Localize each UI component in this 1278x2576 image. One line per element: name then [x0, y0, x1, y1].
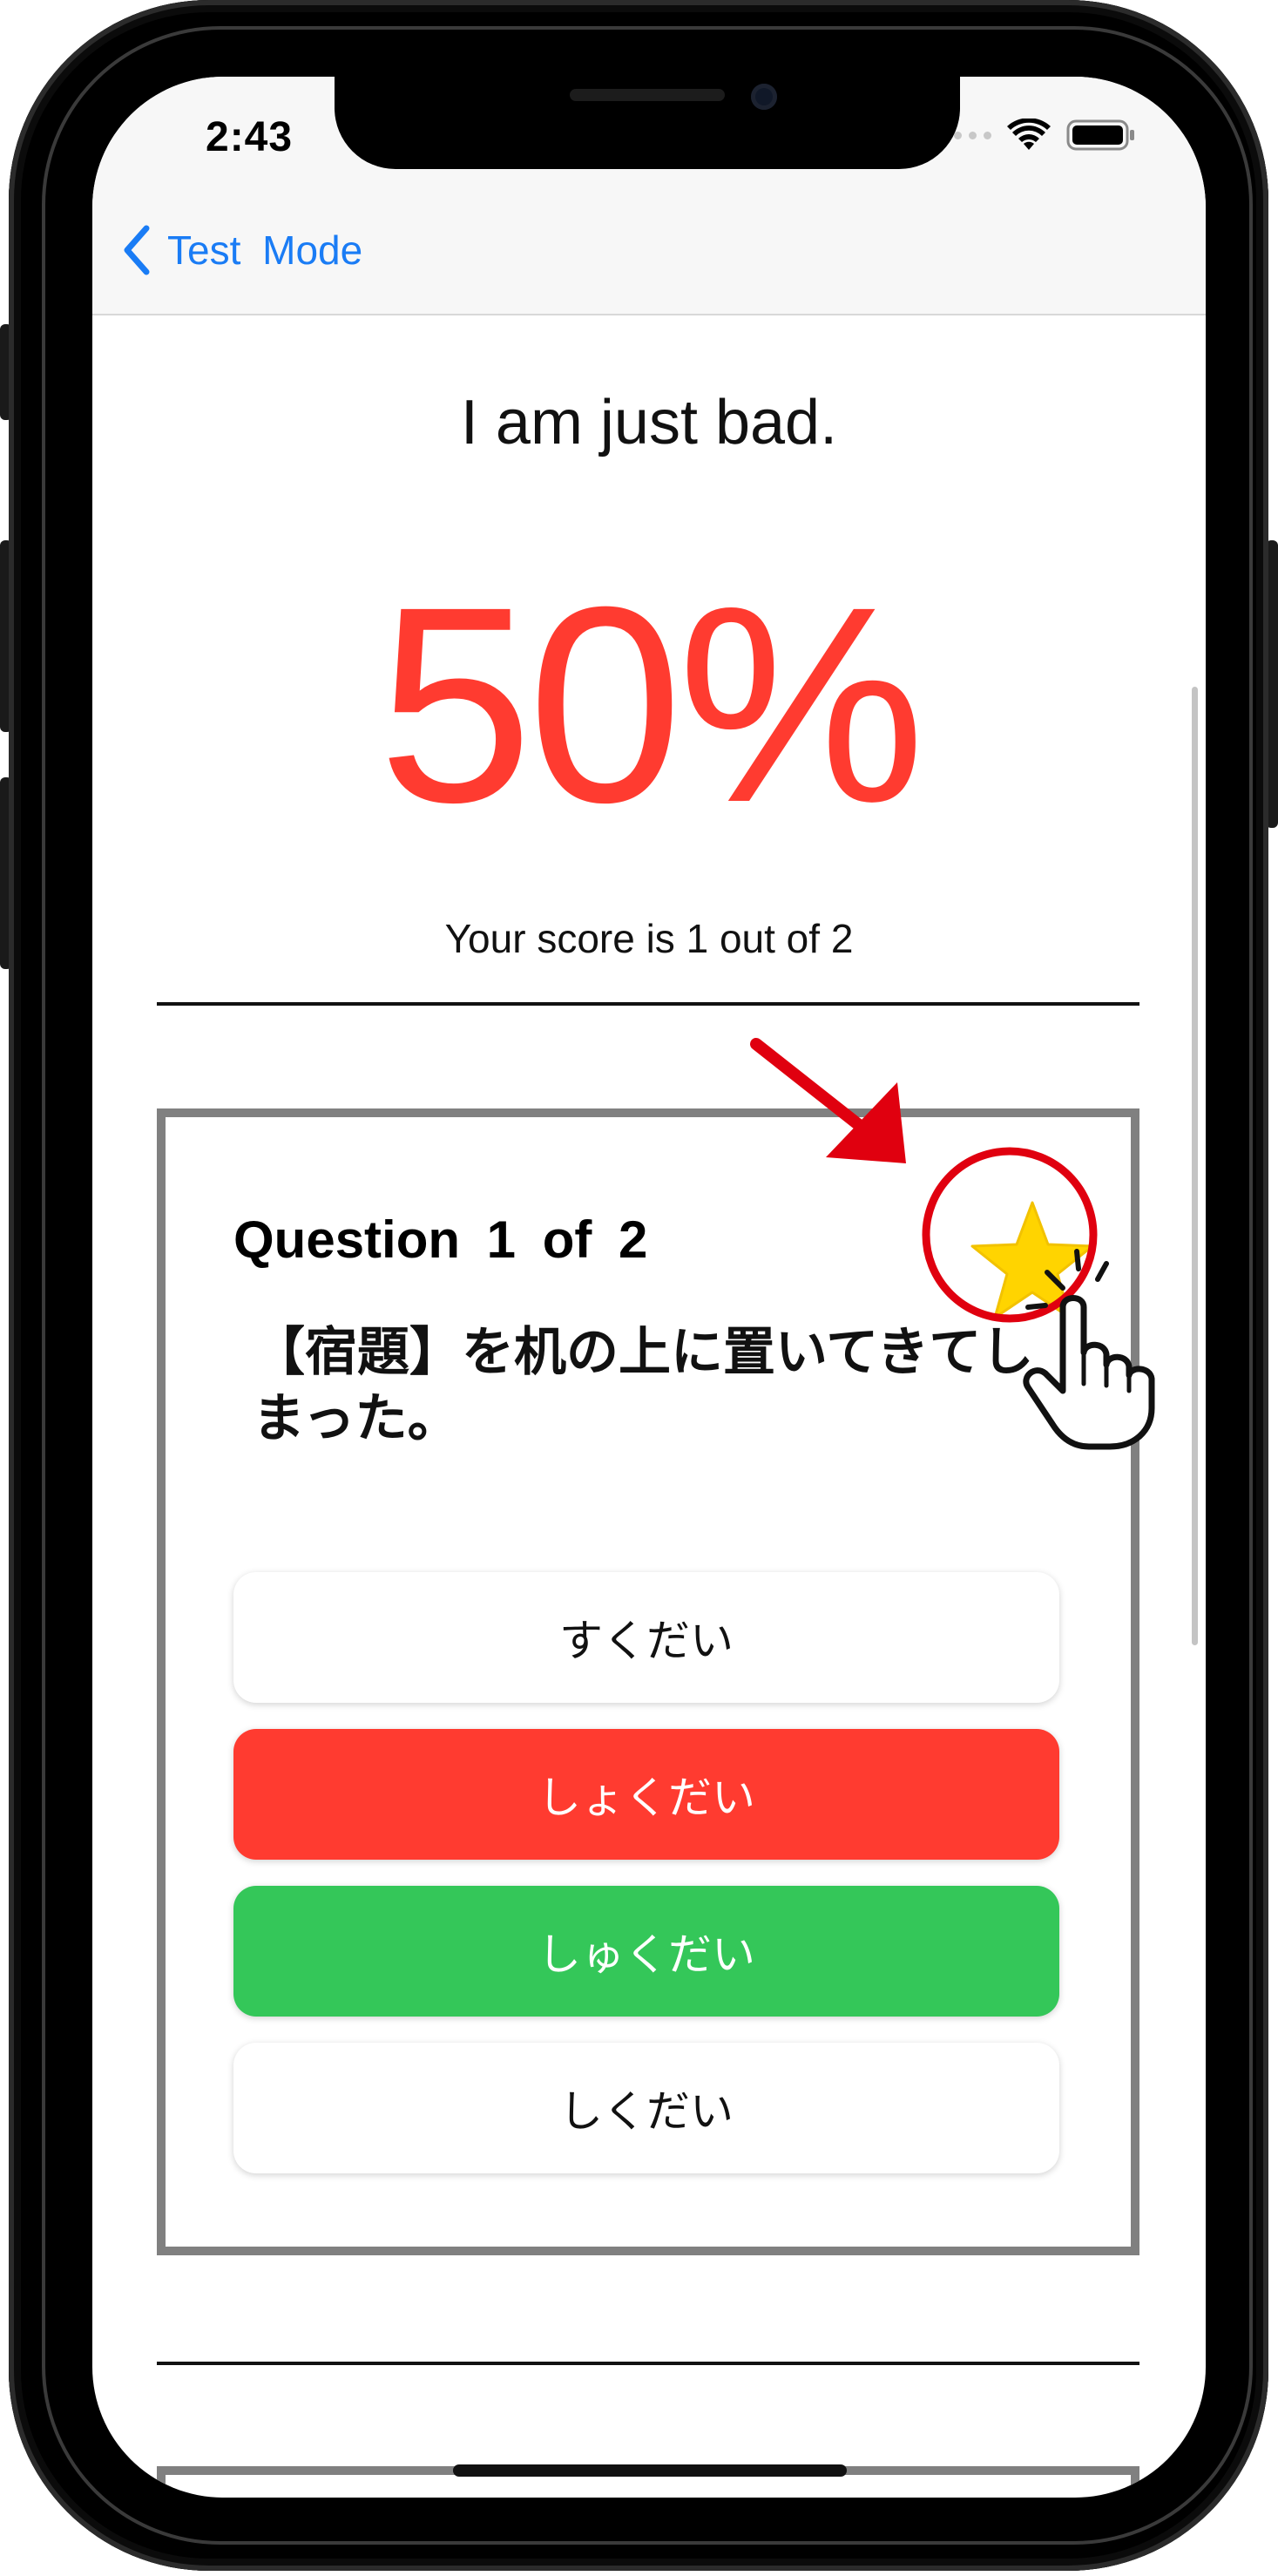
- home-indicator[interactable]: [453, 2464, 847, 2477]
- front-camera: [751, 84, 777, 110]
- screenshot-canvas: 2:43 Test Mode I am just bad. 50% Your s…: [0, 0, 1278, 2576]
- choice-label: しゅくだい: [538, 1929, 755, 1980]
- choice-label: すくだい: [559, 1616, 734, 1666]
- choice-button-2-wrong[interactable]: しょくだい: [233, 1729, 1059, 1860]
- wifi-icon: [1007, 119, 1051, 150]
- phone-screen: 2:43 Test Mode I am just bad. 50% Your s…: [92, 77, 1206, 2498]
- speaker-grille: [570, 89, 725, 101]
- phone-frame: 2:43 Test Mode I am just bad. 50% Your s…: [9, 0, 1268, 2571]
- star-icon[interactable]: [967, 1196, 1098, 1326]
- question-number: Question 1 of 2: [233, 1210, 648, 1269]
- chevron-left-icon: [124, 225, 150, 275]
- back-button-label: Test Mode: [167, 227, 363, 273]
- choice-button-4[interactable]: しくだい: [233, 2043, 1059, 2173]
- status-time: 2:43: [206, 114, 294, 160]
- choice-label: しょくだい: [538, 1773, 755, 1823]
- score-percent: 50%: [377, 548, 925, 860]
- choice-button-1[interactable]: すくだい: [233, 1572, 1059, 1703]
- status-icons: [939, 119, 1136, 152]
- vertical-scrollbar[interactable]: [1192, 687, 1198, 1645]
- question-card: Question 1 of 2 【宿題】を机の上に置いてきてしまった。 すくだい…: [157, 1108, 1139, 2255]
- choice-button-3-correct[interactable]: しゅくだい: [233, 1886, 1059, 2017]
- question-text: 【宿題】を机の上に置いてきてしまった。: [253, 1322, 1034, 1449]
- back-button[interactable]: Test Mode: [118, 223, 362, 277]
- section-divider-top: [157, 1002, 1139, 1006]
- section-divider-bottom: [157, 2362, 1139, 2365]
- battery-icon: [1066, 119, 1134, 151]
- score-caption: Your score is 1 out of 2: [444, 916, 854, 961]
- result-title: I am just bad.: [460, 388, 838, 458]
- choice-label: しくだい: [559, 2086, 734, 2137]
- phone-notch: [335, 77, 960, 169]
